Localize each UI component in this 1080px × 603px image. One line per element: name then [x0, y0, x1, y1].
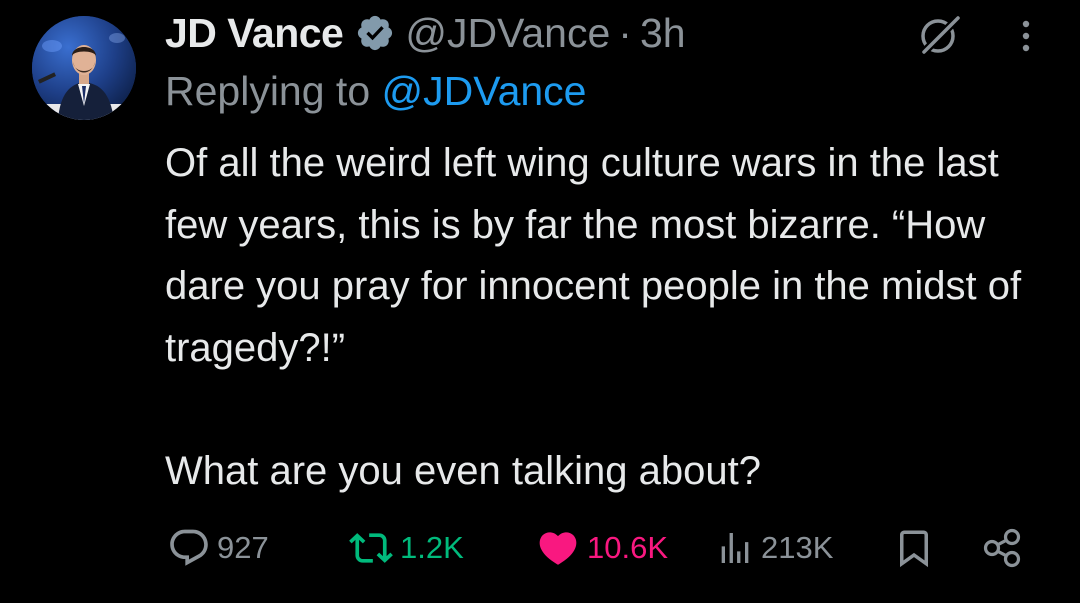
share-icon — [981, 526, 1023, 570]
bookmark-button[interactable] — [893, 520, 935, 576]
separator-dot: · — [618, 9, 632, 56]
like-button[interactable]: 10.6K — [535, 520, 668, 576]
views-button[interactable]: 213K — [715, 520, 833, 576]
replying-prefix: Replying to — [165, 68, 371, 114]
share-button[interactable] — [981, 520, 1023, 576]
reply-mention-link[interactable]: @JDVance — [382, 68, 587, 114]
tweet-text: Of all the weird left wing culture wars … — [165, 133, 1065, 502]
tweet-paragraph: Of all the weird left wing culture wars … — [165, 141, 1022, 370]
bookmark-icon — [893, 526, 935, 570]
grok-icon[interactable] — [918, 14, 962, 58]
more-options-icon[interactable] — [1008, 14, 1044, 58]
tweet-header: JD Vance @JDVance · 3h — [165, 8, 686, 58]
reply-icon — [167, 526, 211, 570]
replying-to: Replying to @JDVance — [165, 68, 586, 115]
views-icon — [715, 526, 755, 570]
tweet-paragraph: What are you even talking about? — [165, 448, 761, 493]
repost-count: 1.2K — [400, 530, 464, 565]
verified-badge-icon[interactable] — [355, 13, 395, 53]
avatar[interactable] — [32, 16, 136, 120]
repost-button[interactable]: 1.2K — [348, 520, 464, 576]
views-count: 213K — [761, 530, 834, 565]
reply-button[interactable]: 927 — [167, 520, 269, 576]
reply-count: 927 — [217, 530, 269, 565]
author-handle[interactable]: @JDVance — [405, 10, 610, 57]
timestamp[interactable]: 3h — [640, 10, 686, 57]
tweet[interactable]: JD Vance @JDVance · 3h Replying to @JDVa… — [0, 0, 1080, 603]
author-name[interactable]: JD Vance — [165, 10, 344, 57]
like-count: 10.6K — [587, 530, 669, 565]
repost-icon — [348, 526, 394, 570]
action-bar: 927 1.2K 10.6K 213K — [165, 520, 1045, 576]
heart-icon — [535, 526, 581, 570]
